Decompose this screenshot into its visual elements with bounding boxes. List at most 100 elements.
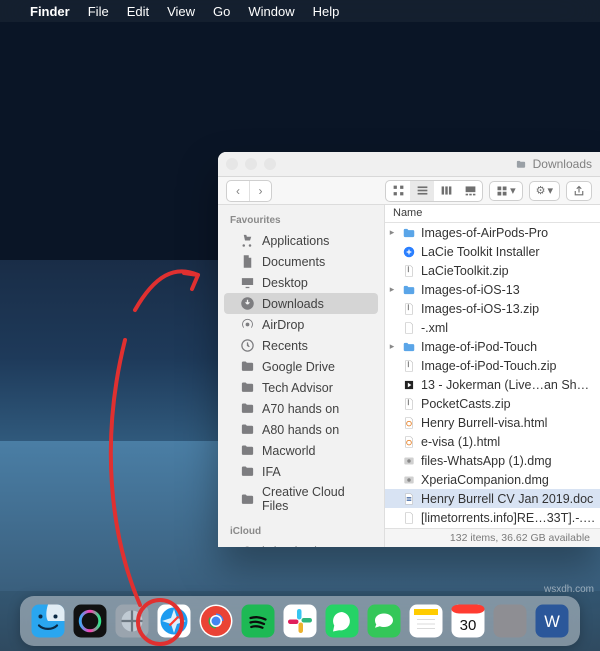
menu-window[interactable]: Window [248, 4, 294, 19]
file-icon [401, 510, 417, 526]
sidebar-item-google-drive[interactable]: Google Drive [224, 356, 378, 377]
file-row[interactable]: Images-of-iOS-13.zip [385, 299, 600, 318]
file-row[interactable]: [limetorrents.info]RE…33T].-.Kitlope (4) [385, 508, 600, 527]
cloud-icon [240, 544, 255, 547]
sidebar-item-label: Documents [262, 255, 325, 269]
sidebar-item-label: Tech Advisor [262, 381, 333, 395]
html-icon [401, 434, 417, 450]
file-row[interactable]: 13 - Jokerman (Live…an Show, 1984).m [385, 375, 600, 394]
nav-buttons: ‹ › [226, 180, 272, 202]
file-name: files-WhatsApp (1).dmg [421, 454, 596, 468]
zip-icon [401, 396, 417, 412]
dock-spotify[interactable] [240, 603, 276, 639]
column-header-name[interactable]: Name [385, 205, 600, 223]
minimize-button[interactable] [245, 158, 257, 170]
disclosure-triangle-icon[interactable]: ▸ [387, 284, 397, 295]
disclosure-triangle-icon[interactable]: ▸ [387, 341, 397, 352]
file-row[interactable]: ▸Image-of-iPod-Touch [385, 337, 600, 356]
sidebar-item-a80-hands-on[interactable]: A80 hands on [224, 419, 378, 440]
file-name: -.xml [421, 321, 596, 335]
sidebar-item-label: Downloads [262, 297, 324, 311]
dock-unknown[interactable] [492, 603, 528, 639]
file-name: Images-of-iOS-13.zip [421, 302, 596, 316]
audio-icon [401, 377, 417, 393]
folder-icon [401, 225, 417, 241]
disclosure-triangle-icon[interactable]: ▸ [387, 227, 397, 238]
view-columns-button[interactable] [434, 181, 458, 201]
file-row[interactable]: -.xml [385, 318, 600, 337]
dock-slack[interactable] [282, 603, 318, 639]
folder-icon [240, 401, 255, 416]
file-row[interactable]: ▸Images-of-iOS-13 [385, 280, 600, 299]
menu-file[interactable]: File [88, 4, 109, 19]
nav-back-button[interactable]: ‹ [227, 181, 249, 201]
dock-word[interactable]: W [534, 603, 570, 639]
dock-chrome[interactable] [198, 603, 234, 639]
dmg-icon [401, 453, 417, 469]
sidebar-item-ifa[interactable]: IFA [224, 461, 378, 482]
sidebar-item-creative-cloud-files[interactable]: Creative Cloud Files [224, 482, 378, 516]
dock-siri[interactable] [72, 603, 108, 639]
sidebar-item-desktop[interactable]: Desktop [224, 272, 378, 293]
sidebar-item-documents[interactable]: Documents [224, 251, 378, 272]
sidebar-item-tech-advisor[interactable]: Tech Advisor [224, 377, 378, 398]
folder-icon [240, 359, 255, 374]
view-icons-button[interactable] [386, 181, 410, 201]
sidebar-item-label: AirDrop [262, 318, 304, 332]
file-row[interactable]: Image-of-iPod-Touch.zip [385, 356, 600, 375]
sidebar-item-a70-hands-on[interactable]: A70 hands on [224, 398, 378, 419]
dock-calendar[interactable]: 30 [450, 603, 486, 639]
sidebar-item-recents[interactable]: Recents [224, 335, 378, 356]
dock-whatsapp[interactable] [324, 603, 360, 639]
watermark: wsxdh.com [544, 584, 594, 595]
view-gallery-button[interactable] [458, 181, 482, 201]
view-mode-segment [385, 180, 483, 202]
dock-safari[interactable] [156, 603, 192, 639]
sidebar-item-macworld[interactable]: Macworld [224, 440, 378, 461]
sidebar-item-label: iCloud Drive [262, 545, 330, 548]
file-icon [401, 320, 417, 336]
dock-notes[interactable] [408, 603, 444, 639]
zip-icon [401, 358, 417, 374]
window-titlebar[interactable]: Downloads [218, 152, 600, 177]
menu-go[interactable]: Go [213, 4, 230, 19]
svg-text:W: W [544, 613, 560, 631]
file-name: Henry Burrell-visa.html [421, 416, 596, 430]
file-row[interactable]: Henry Burrell CV Jan 2019.doc [385, 489, 600, 508]
group-by-button[interactable]: ▾ [489, 181, 523, 201]
menu-view[interactable]: View [167, 4, 195, 19]
file-row[interactable]: ▸Images-of-AirPods-Pro [385, 223, 600, 242]
dock-launchpad[interactable] [114, 603, 150, 639]
action-button[interactable]: ⚙︎▾ [529, 181, 560, 201]
file-row[interactable]: Henry Burrell-visa.html [385, 413, 600, 432]
dock-messages[interactable] [366, 603, 402, 639]
file-list[interactable]: ▸Images-of-AirPods-Pro LaCie Toolkit Inst… [385, 223, 600, 528]
file-name: LaCieToolkit.zip [421, 264, 596, 278]
file-row[interactable]: e-visa (1).html [385, 432, 600, 451]
file-name: LaCie Toolkit Installer [421, 245, 596, 259]
file-row[interactable]: files-WhatsApp (1).dmg [385, 451, 600, 470]
menu-help[interactable]: Help [313, 4, 340, 19]
close-button[interactable] [226, 158, 238, 170]
file-row[interactable]: LaCieToolkit.zip [385, 261, 600, 280]
share-button[interactable] [566, 181, 592, 201]
sidebar-item-airdrop[interactable]: AirDrop [224, 314, 378, 335]
file-list-pane: Name ▸Images-of-AirPods-Pro LaCie Toolkit… [385, 205, 600, 547]
sidebar-item-applications[interactable]: Applications [224, 230, 378, 251]
dock-finder[interactable] [30, 603, 66, 639]
sidebar-item-downloads[interactable]: Downloads [224, 293, 378, 314]
sidebar-item-icloud-drive[interactable]: iCloud Drive [224, 541, 378, 547]
app-icon [401, 244, 417, 260]
menu-edit[interactable]: Edit [127, 4, 149, 19]
file-row[interactable]: PocketCasts.zip [385, 394, 600, 413]
zip-icon [401, 301, 417, 317]
menu-app[interactable]: Finder [30, 4, 70, 19]
file-row[interactable]: XperiaCompanion.dmg [385, 470, 600, 489]
apps-icon [240, 233, 255, 248]
file-name: Henry Burrell CV Jan 2019.doc [421, 492, 596, 506]
view-list-button[interactable] [410, 181, 434, 201]
menubar: Finder File Edit View Go Window Help [0, 0, 600, 22]
zoom-button[interactable] [264, 158, 276, 170]
nav-forward-button[interactable]: › [249, 181, 271, 201]
file-row[interactable]: LaCie Toolkit Installer [385, 242, 600, 261]
